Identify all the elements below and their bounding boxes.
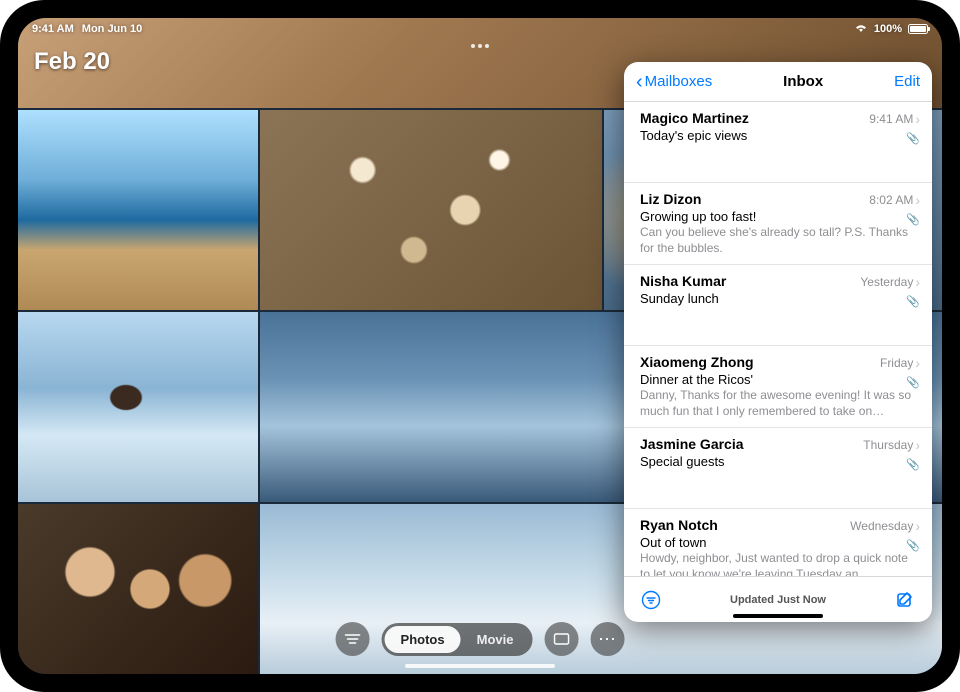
attachment-icon: 📎 [906, 295, 920, 308]
chevron-left-icon: ‹ [636, 75, 643, 89]
status-bar: 9:41 AM Mon Jun 10 100% [18, 18, 942, 40]
mail-slideover-panel[interactable]: ‹ Mailboxes Inbox Edit Magico Martinez 9:… [624, 62, 932, 622]
filter-button[interactable] [336, 622, 370, 656]
slideover-home-indicator[interactable] [733, 614, 823, 618]
photos-toolbar: Photos Movie ⋯ [336, 622, 625, 656]
mail-subject: Dinner at the Ricos' [640, 372, 920, 387]
chevron-right-icon: › [915, 111, 920, 127]
multitask-dots-icon[interactable] [471, 44, 489, 48]
mail-sender: Magico Martinez [640, 110, 749, 126]
attachment-icon: 📎 [906, 539, 920, 552]
filter-mail-button[interactable] [638, 587, 664, 613]
mail-subject: Growing up too fast! [640, 209, 920, 224]
segment-photos[interactable]: Photos [385, 626, 461, 653]
attachment-icon: 📎 [906, 213, 920, 226]
chevron-right-icon: › [915, 355, 920, 371]
mail-preview [640, 307, 920, 337]
ipad-device-frame: 9:41 AM Mon Jun 10 100% [0, 0, 960, 692]
battery-percent: 100% [874, 23, 902, 35]
mail-message-list[interactable]: Magico Martinez 9:41 AM›Today's epic view… [624, 102, 932, 576]
mail-date: Yesterday› [860, 274, 920, 290]
mail-update-status: Updated Just Now [730, 594, 826, 606]
mail-item[interactable]: Nisha Kumar Yesterday›Sunday lunch 📎 [624, 265, 932, 346]
mail-subject: Today's epic views [640, 128, 920, 143]
mail-sender: Jasmine Garcia [640, 436, 744, 452]
mail-preview [640, 470, 920, 500]
chevron-right-icon: › [915, 437, 920, 453]
mail-date: 8:02 AM› [869, 192, 920, 208]
mail-preview: Danny, Thanks for the awesome evening! I… [640, 388, 920, 419]
status-date: Mon Jun 10 [82, 23, 143, 35]
mail-title: Inbox [783, 73, 823, 90]
compose-button[interactable] [892, 587, 918, 613]
attachment-icon: 📎 [906, 132, 920, 145]
photos-date-heading: Feb 20 [34, 48, 110, 76]
mail-item[interactable]: Ryan Notch Wednesday›Out of townHowdy, ne… [624, 509, 932, 576]
mail-sender: Liz Dizon [640, 191, 701, 207]
home-indicator[interactable] [405, 664, 555, 668]
mail-nav-bar: ‹ Mailboxes Inbox Edit [624, 62, 932, 102]
status-time: 9:41 AM [32, 23, 74, 35]
mail-item[interactable]: Liz Dizon 8:02 AM›Growing up too fast!Can… [624, 183, 932, 265]
more-button[interactable]: ⋯ [590, 622, 624, 656]
mail-sender: Ryan Notch [640, 517, 718, 533]
mail-subject: Sunday lunch [640, 291, 920, 306]
mail-date: Friday› [880, 355, 920, 371]
attachment-icon: 📎 [906, 376, 920, 389]
mail-subject: Special guests [640, 454, 920, 469]
mailboxes-back-button[interactable]: ‹ Mailboxes [636, 73, 712, 90]
view-segment: Photos Movie [382, 623, 533, 656]
battery-icon [908, 24, 928, 34]
aspect-button[interactable] [544, 622, 578, 656]
mail-preview: Howdy, neighbor, Just wanted to drop a q… [640, 551, 920, 576]
attachment-icon: 📎 [906, 458, 920, 471]
mail-date: Thursday› [863, 437, 920, 453]
mail-date: Wednesday› [850, 518, 920, 534]
mail-toolbar: Updated Just Now [624, 576, 932, 622]
chevron-right-icon: › [915, 192, 920, 208]
segment-movie[interactable]: Movie [461, 626, 530, 653]
mail-sender: Nisha Kumar [640, 273, 726, 289]
chevron-right-icon: › [915, 518, 920, 534]
photo-tile[interactable] [18, 504, 258, 674]
mail-item[interactable]: Xiaomeng Zhong Friday›Dinner at the Ricos… [624, 346, 932, 428]
photo-tile[interactable] [18, 312, 258, 502]
mail-subject: Out of town [640, 535, 920, 550]
edit-button[interactable]: Edit [894, 73, 920, 90]
photo-tile[interactable] [260, 110, 602, 310]
mail-preview: Can you believe she's already so tall? P… [640, 225, 920, 256]
mail-date: 9:41 AM› [869, 111, 920, 127]
wifi-icon [854, 23, 868, 36]
mail-preview [640, 144, 920, 174]
chevron-right-icon: › [915, 274, 920, 290]
back-label: Mailboxes [645, 73, 713, 90]
mail-item[interactable]: Jasmine Garcia Thursday›Special guests 📎 [624, 428, 932, 509]
ipad-screen: 9:41 AM Mon Jun 10 100% [18, 18, 942, 674]
mail-sender: Xiaomeng Zhong [640, 354, 754, 370]
photo-tile[interactable] [18, 110, 258, 310]
mail-item[interactable]: Magico Martinez 9:41 AM›Today's epic view… [624, 102, 932, 183]
